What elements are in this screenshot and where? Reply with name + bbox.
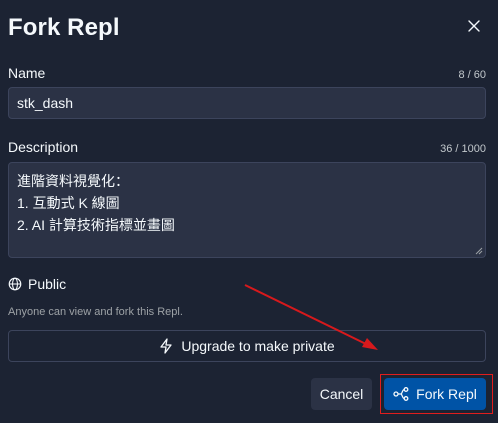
close-icon xyxy=(468,20,480,32)
name-input[interactable]: stk_dash xyxy=(8,87,486,119)
visibility-hint: Anyone can view and fork this Repl. xyxy=(8,306,183,318)
description-textarea[interactable]: 進階資料視覺化： 1. 互動式 K 線圖 2. AI 計算技術指標並畫圖 xyxy=(8,162,486,258)
name-input-value: stk_dash xyxy=(17,95,74,111)
visibility-label: Public xyxy=(28,276,67,292)
description-line: 進階資料視覺化： xyxy=(17,173,129,189)
lightning-icon xyxy=(160,338,172,354)
cancel-button[interactable]: Cancel xyxy=(311,378,372,410)
fork-repl-button[interactable]: Fork Repl xyxy=(384,378,486,410)
close-button[interactable] xyxy=(460,12,488,40)
fork-repl-dialog: Fork Repl Name 8 / 60 stk_dash Descripti… xyxy=(0,0,498,423)
description-line: 2. AI 計算技術指標並畫圖 xyxy=(17,217,175,233)
cancel-label: Cancel xyxy=(319,386,364,402)
upgrade-label: Upgrade to make private xyxy=(181,338,335,354)
description-label: Description xyxy=(8,139,79,155)
globe-icon xyxy=(8,277,22,291)
name-char-counter: 8 / 60 xyxy=(458,69,486,81)
resize-handle-icon[interactable] xyxy=(475,247,483,255)
fork-icon xyxy=(393,387,409,401)
description-line: 1. 互動式 K 線圖 xyxy=(17,195,120,211)
visibility-status: Public xyxy=(8,276,66,292)
name-label: Name xyxy=(8,65,46,81)
upgrade-to-private-button[interactable]: Upgrade to make private xyxy=(8,330,486,362)
fork-label: Fork Repl xyxy=(416,386,477,402)
description-char-counter: 36 / 1000 xyxy=(440,143,486,155)
dialog-title: Fork Repl xyxy=(8,14,120,41)
